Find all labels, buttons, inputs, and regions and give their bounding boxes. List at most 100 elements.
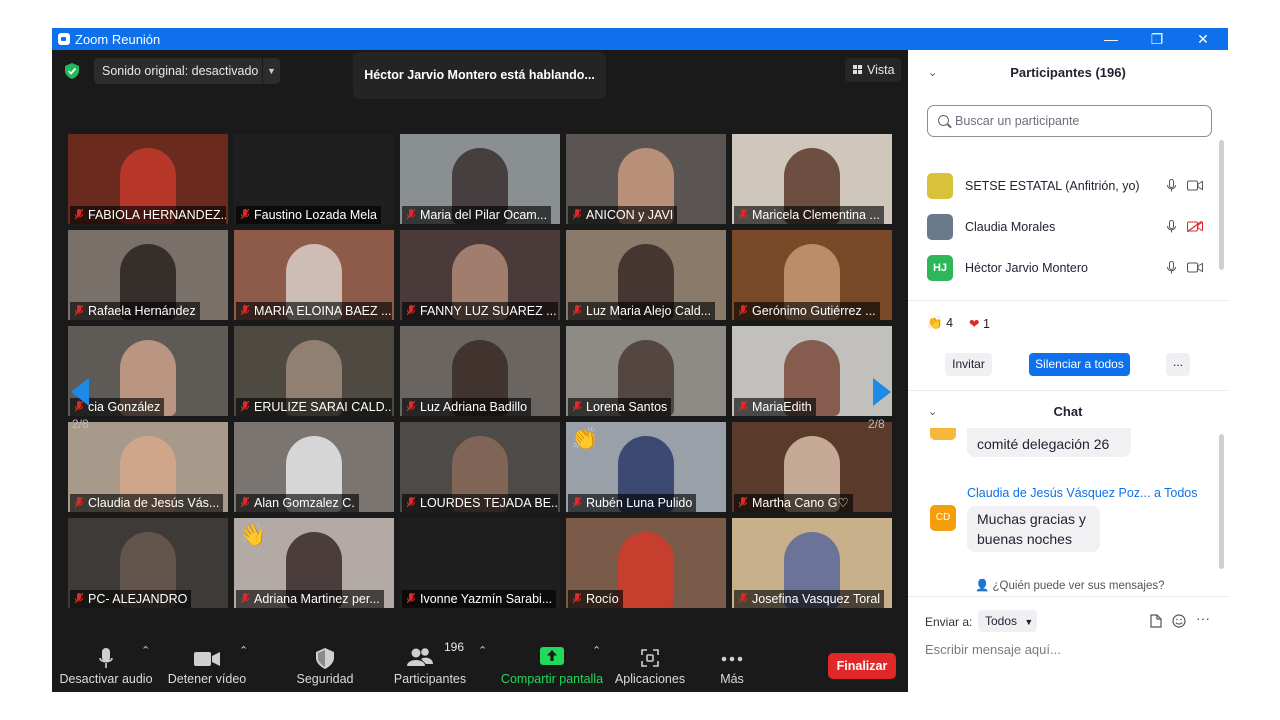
- chevron-down-icon[interactable]: ▼: [262, 58, 280, 84]
- participant-row[interactable]: Claudia Morales: [908, 207, 1218, 247]
- video-tile[interactable]: Rubén Luna Pulido 👏: [566, 422, 726, 512]
- microphone-icon[interactable]: [1167, 179, 1176, 192]
- video-camera-icon: [194, 652, 220, 666]
- who-can-see-label: ¿Quién puede ver sus mensajes?: [992, 580, 1165, 592]
- sender-name[interactable]: Claudia de Jesús Vásquez Poz...: [967, 486, 1150, 500]
- security-button[interactable]: Seguridad: [290, 636, 360, 692]
- participant-row-name: SETSE ESTATAL (Anfitrión, yo): [965, 179, 1140, 193]
- participant-name-label: PC- ALEJANDRO: [70, 590, 192, 608]
- mute-all-button[interactable]: Silenciar a todos: [1029, 353, 1130, 376]
- participants-options-caret-icon[interactable]: ⌃: [478, 644, 487, 657]
- video-tile[interactable]: cia González: [68, 326, 228, 416]
- chat-compose-input[interactable]: Escribir mensaje aquí...: [925, 642, 1061, 657]
- stop-video-button[interactable]: Detener vídeo: [164, 636, 250, 692]
- participant-name-label: Luz Maria Alejo Cald...: [568, 302, 716, 320]
- microphone-icon[interactable]: [1167, 261, 1176, 274]
- chat-more-icon[interactable]: ···: [1196, 610, 1210, 626]
- original-sound-button[interactable]: Sonido original: desactivado ▼: [94, 58, 280, 84]
- share-screen-button[interactable]: Compartir pantalla: [500, 636, 604, 692]
- participant-name: LOURDES TEJADA BE...: [420, 496, 558, 510]
- participant-name: Maricela Clementina ...: [752, 208, 880, 222]
- video-tile[interactable]: Luz Adriana Badillo: [400, 326, 560, 416]
- video-tile[interactable]: PC- ALEJANDRO: [68, 518, 228, 608]
- video-camera-icon[interactable]: [1187, 262, 1203, 273]
- video-off-icon[interactable]: [1187, 221, 1203, 232]
- mute-audio-label: Desactivar audio: [59, 672, 153, 686]
- video-tile[interactable]: ANICON y JAVI: [566, 134, 726, 224]
- participant-name-label: LOURDES TEJADA BE...: [402, 494, 558, 512]
- encryption-shield-icon[interactable]: [65, 63, 79, 79]
- participant-name-label: Rocío: [568, 590, 623, 608]
- audio-options-caret-icon[interactable]: ⌃: [141, 644, 150, 657]
- apps-button[interactable]: Aplicaciones: [612, 636, 688, 692]
- restore-button[interactable]: ❐: [1134, 28, 1180, 50]
- video-tile[interactable]: Rafaela Hernández: [68, 230, 228, 320]
- mute-audio-button[interactable]: Desactivar audio: [58, 636, 154, 692]
- participants-button[interactable]: 196 Participantes: [390, 636, 470, 692]
- video-tile[interactable]: Rocío: [566, 518, 726, 608]
- collapse-chevron-icon[interactable]: ⌄: [928, 397, 937, 427]
- participants-more-button[interactable]: ...: [1166, 353, 1190, 376]
- participant-row-name: Claudia Morales: [965, 220, 1056, 234]
- send-to-dropdown[interactable]: Todos ▼: [978, 610, 1037, 632]
- video-tile[interactable]: Martha Cano G♡: [732, 422, 892, 512]
- participant-avatar: [927, 173, 953, 199]
- participant-name: Rocío: [586, 592, 619, 606]
- clap-count: 4: [946, 316, 954, 330]
- video-tile[interactable]: Gerónimo Gutiérrez ...: [732, 230, 892, 320]
- participant-search-input[interactable]: Buscar un participante: [927, 105, 1212, 137]
- participant-name: Ivonne Yazmín Sarabi...: [420, 592, 553, 606]
- previous-sender-avatar: [930, 428, 956, 440]
- participant-row[interactable]: HJ Héctor Jarvio Montero: [908, 248, 1218, 288]
- chat-scrollbar[interactable]: [1219, 434, 1224, 569]
- video-tile[interactable]: Claudia de Jesús Vás...: [68, 422, 228, 512]
- minimize-button[interactable]: —: [1088, 28, 1134, 50]
- video-tile[interactable]: Alan Gomzalez C.: [234, 422, 394, 512]
- participant-name: FABIOLA HERNANDEZ...: [88, 208, 226, 222]
- video-tile[interactable]: Lorena Santos: [566, 326, 726, 416]
- next-page-arrow-icon[interactable]: [873, 378, 891, 406]
- participant-name: Rafaela Hernández: [88, 304, 196, 318]
- end-meeting-button[interactable]: Finalizar: [828, 653, 896, 679]
- video-tile[interactable]: Adriana Martinez per... 👋: [234, 518, 394, 608]
- share-options-caret-icon[interactable]: ⌃: [592, 644, 601, 657]
- video-camera-icon[interactable]: [1187, 180, 1203, 191]
- participant-name: Gerónimo Gutiérrez ...: [752, 304, 876, 318]
- microphone-icon[interactable]: [1167, 220, 1176, 233]
- previous-page-arrow-icon[interactable]: [71, 378, 89, 406]
- collapse-chevron-icon[interactable]: ⌄: [928, 58, 937, 88]
- invite-button[interactable]: Invitar: [945, 353, 992, 376]
- video-tile[interactable]: Luz Maria Alejo Cald...: [566, 230, 726, 320]
- participants-scrollbar[interactable]: [1219, 140, 1224, 270]
- participant-name-label: FABIOLA HERNANDEZ...: [70, 206, 226, 224]
- video-tile[interactable]: LOURDES TEJADA BE...: [400, 422, 560, 512]
- video-tile[interactable]: MariaEdith: [732, 326, 892, 416]
- more-button[interactable]: Más: [704, 636, 760, 692]
- who-can-see-link[interactable]: 👤 ¿Quién puede ver sus mensajes?: [975, 578, 1165, 592]
- participant-row[interactable]: SETSE ESTATAL (Anfitrión, yo): [908, 166, 1218, 206]
- muted-microphone-icon: [75, 305, 83, 316]
- view-button[interactable]: Vista: [845, 58, 901, 82]
- video-tile[interactable]: Maricela Clementina ...: [732, 134, 892, 224]
- video-tile[interactable]: Maria del Pilar Ocam...: [400, 134, 560, 224]
- close-button[interactable]: ✕: [1180, 28, 1226, 50]
- participant-name-label: MariaEdith: [734, 398, 816, 416]
- meeting-toolbar: Desactivar audio ⌃ Detener vídeo ⌃ Segur…: [52, 636, 908, 692]
- participant-name-label: Josefina Vasquez Toral: [734, 590, 885, 608]
- video-tile[interactable]: ERULIZE SARAI CALD...: [234, 326, 394, 416]
- participant-name: Claudia de Jesús Vás...: [88, 496, 220, 510]
- video-tile[interactable]: FABIOLA HERNANDEZ...: [68, 134, 228, 224]
- zoom-window: Zoom Reunión — ❐ ✕ Sonido original: desa…: [52, 28, 1228, 692]
- emoji-icon[interactable]: [1172, 614, 1186, 628]
- file-icon[interactable]: [1150, 614, 1162, 628]
- video-tile[interactable]: Ivonne Yazmín Sarabi...: [400, 518, 560, 608]
- video-tile[interactable]: FANNY LUZ SUAREZ ...: [400, 230, 560, 320]
- participant-name-label: Rafaela Hernández: [70, 302, 200, 320]
- participant-name: FANNY LUZ SUAREZ ...: [420, 304, 557, 318]
- wave-emoji-icon: 👋: [239, 522, 267, 547]
- video-tile[interactable]: MARIA ELOINA BAEZ ...: [234, 230, 394, 320]
- video-tile[interactable]: Faustino Lozada Mela: [234, 134, 394, 224]
- video-options-caret-icon[interactable]: ⌃: [239, 644, 248, 657]
- video-tile[interactable]: Josefina Vasquez Toral: [732, 518, 892, 608]
- chevron-down-icon: ▼: [1024, 617, 1034, 627]
